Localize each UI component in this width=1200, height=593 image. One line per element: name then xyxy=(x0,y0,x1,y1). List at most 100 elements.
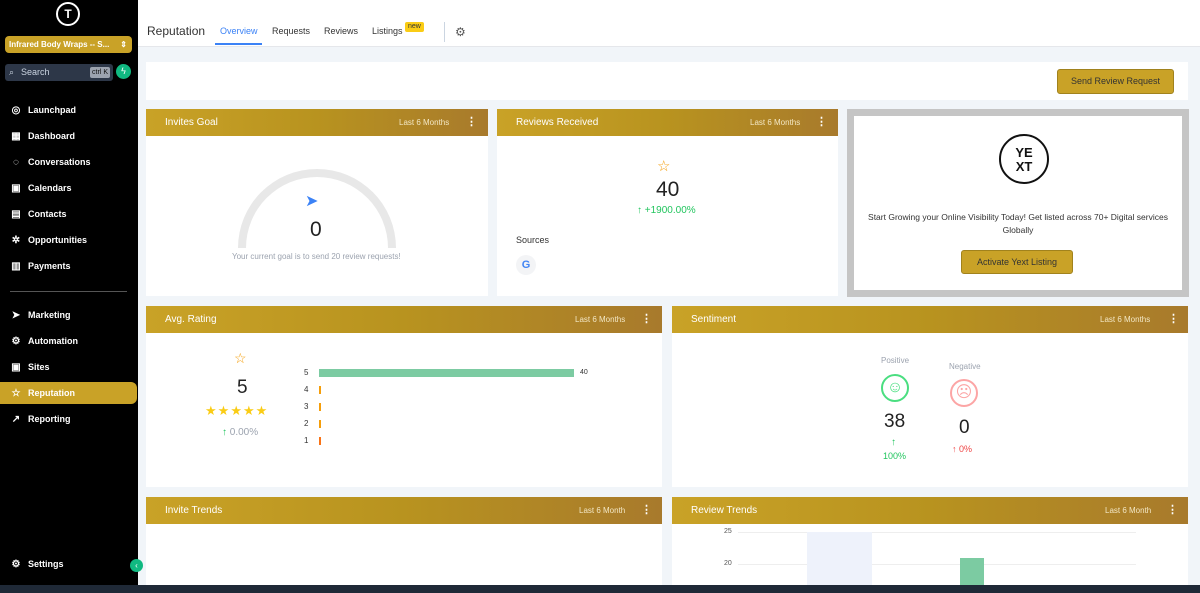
arrow-up-icon: ↑ xyxy=(637,205,645,216)
card-period: Last 6 Months xyxy=(399,118,450,127)
y-tick: 20 xyxy=(724,560,732,567)
arrow-up-icon: ↑ xyxy=(222,427,230,438)
tab-listings[interactable]: Listings xyxy=(372,26,403,36)
top-bar: Reputation Overview Requests Reviews Lis… xyxy=(138,0,1200,47)
question-icon[interactable]: ? xyxy=(1151,0,1171,17)
automation-icon: ⚙ xyxy=(11,335,21,347)
card-period: Last 6 Months xyxy=(750,118,801,127)
google-icon[interactable]: G xyxy=(516,255,536,275)
grid-line xyxy=(738,532,1136,533)
tab-separator xyxy=(444,22,445,42)
search-input[interactable]: ⌕ Search ctrl K xyxy=(5,64,113,81)
review-request-strip xyxy=(146,62,1188,100)
sidebar-divider xyxy=(10,291,127,292)
account-switcher[interactable]: Infrared Body Wraps -- S... ⇕ xyxy=(5,36,132,53)
rating-bar-fill xyxy=(319,420,321,428)
sidebar-item-calendars[interactable]: ▣ Calendars xyxy=(0,177,138,199)
reviews-change: ↑ +1900.00% xyxy=(637,205,696,216)
kebab-menu-icon[interactable]: ⋮ xyxy=(1167,503,1178,516)
rating-bar-label: 2 xyxy=(304,419,309,428)
sidebar-item-payments[interactable]: ▥ Payments xyxy=(0,255,138,277)
sidebar-item-reporting[interactable]: ↗ Reporting xyxy=(0,408,138,430)
payments-icon: ▥ xyxy=(11,260,21,272)
card-title: Sentiment xyxy=(691,314,737,325)
kebab-menu-icon[interactable]: ⋮ xyxy=(641,503,652,516)
sidebar-item-label: Contacts xyxy=(28,209,67,219)
rating-bar-fill xyxy=(319,403,321,411)
search-placeholder: Search xyxy=(21,67,50,77)
sidebar-item-label: Payments xyxy=(28,261,71,271)
quick-action-icon[interactable]: ϟ xyxy=(116,64,131,79)
trend-icon: ↗ xyxy=(11,413,21,425)
kebab-menu-icon[interactable]: ⋮ xyxy=(466,115,477,128)
sidebar-item-label: Conversations xyxy=(28,157,91,167)
help-icon[interactable]: ? xyxy=(1045,0,1065,17)
card-header: Review Trends Last 6 Month ⋮ xyxy=(672,497,1188,524)
card-title: Avg. Rating xyxy=(165,314,217,325)
rating-star-icon: ☆ xyxy=(234,350,247,366)
settings-gear-icon[interactable]: ⚙ xyxy=(455,25,466,39)
sidebar-item-marketing[interactable]: ➤ Marketing xyxy=(0,304,138,326)
reviews-received-value: 40 xyxy=(656,178,680,201)
star-list-icon: ☆ xyxy=(657,158,671,175)
page-title: Reputation xyxy=(147,24,206,38)
tab-requests[interactable]: Requests xyxy=(272,26,310,36)
card-header: Sentiment Last 6 Months ⋮ xyxy=(672,306,1188,333)
sad-face-icon: ☹ xyxy=(950,379,978,407)
yext-logo-bottom: XT xyxy=(1015,159,1033,174)
megaphone-icon[interactable]: ◀ xyxy=(1098,0,1118,17)
os-taskbar xyxy=(0,585,1200,593)
star-icon: ★ xyxy=(205,403,218,418)
card-header: Invites Goal Last 6 Months ⋮ xyxy=(146,109,488,136)
card-period: Last 6 Month xyxy=(1105,506,1152,515)
hover-highlight xyxy=(807,532,872,585)
sidebar-item-launchpad[interactable]: ◎ Launchpad xyxy=(0,99,138,121)
arrow-up-icon: ↑ xyxy=(952,444,960,454)
invite-trends-card: Invite Trends Last 6 Month ⋮ xyxy=(146,497,662,585)
send-icon: ➤ xyxy=(305,193,319,210)
star-icon: ★ xyxy=(230,403,243,418)
card-period: Last 6 Months xyxy=(1100,315,1151,324)
positive-label: Positive xyxy=(881,356,910,365)
activate-yext-button[interactable]: Activate Yext Listing xyxy=(961,250,1073,274)
send-review-request-button[interactable]: Send Review Request xyxy=(1057,69,1174,94)
rating-bar-count: 40 xyxy=(580,369,588,376)
sidebar-item-opportunities[interactable]: ✲ Opportunities xyxy=(0,229,138,251)
negative-change: ↑ 0% xyxy=(952,444,972,454)
company-logo[interactable]: T xyxy=(56,2,80,26)
sidebar-item-label: Calendars xyxy=(28,183,72,193)
sidebar-item-reputation[interactable]: ☆ Reputation xyxy=(0,382,137,404)
rating-bar-row: 5 40 xyxy=(304,368,604,378)
kebab-menu-icon[interactable]: ⋮ xyxy=(1168,312,1179,325)
phone-icon[interactable]: ✆ xyxy=(1072,0,1092,17)
sidebar-item-label: Opportunities xyxy=(28,235,87,245)
rating-stars: ★★★★★ xyxy=(205,403,268,419)
sidebar-item-dashboard[interactable]: ▦ Dashboard xyxy=(0,125,138,147)
sidebar-item-conversations[interactable]: ◌ Conversations xyxy=(0,151,138,173)
card-title: Review Trends xyxy=(691,505,758,516)
chevron-updown-icon: ⇕ xyxy=(120,40,127,49)
card-title: Invite Trends xyxy=(165,505,223,516)
sidebar-item-label: Marketing xyxy=(28,310,71,320)
card-header: Reviews Received Last 6 Months ⋮ xyxy=(497,109,838,136)
tab-overview[interactable]: Overview xyxy=(220,26,258,36)
sidebar-item-sites[interactable]: ▣ Sites xyxy=(0,356,138,378)
sidebar: T Infrared Body Wraps -- S... ⇕ ⌕ Search… xyxy=(0,0,143,585)
kebab-menu-icon[interactable]: ⋮ xyxy=(641,312,652,325)
rating-bar-row: 4 xyxy=(304,385,604,395)
sidebar-item-settings[interactable]: ⚙ Settings xyxy=(0,553,138,575)
rating-bar-label: 5 xyxy=(304,368,309,377)
kebab-menu-icon[interactable]: ⋮ xyxy=(816,115,827,128)
invites-goal-card: Invites Goal Last 6 Months ⋮ ➤ 0 Your cu… xyxy=(146,109,488,296)
trend-bar[interactable] xyxy=(960,558,984,585)
card-header: Invite Trends Last 6 Month ⋮ xyxy=(146,497,662,524)
sidebar-item-contacts[interactable]: ▤ Contacts xyxy=(0,203,138,225)
negative-label: Negative xyxy=(949,362,981,371)
search-shortcut: ctrl K xyxy=(90,67,110,78)
dashboard-icon: ▦ xyxy=(11,130,21,142)
bell-icon[interactable]: ♪ xyxy=(1124,0,1144,17)
rating-bar-label: 3 xyxy=(304,402,309,411)
sources-label: Sources xyxy=(516,235,550,245)
sidebar-item-automation[interactable]: ⚙ Automation xyxy=(0,330,138,352)
tab-reviews[interactable]: Reviews xyxy=(324,26,358,36)
